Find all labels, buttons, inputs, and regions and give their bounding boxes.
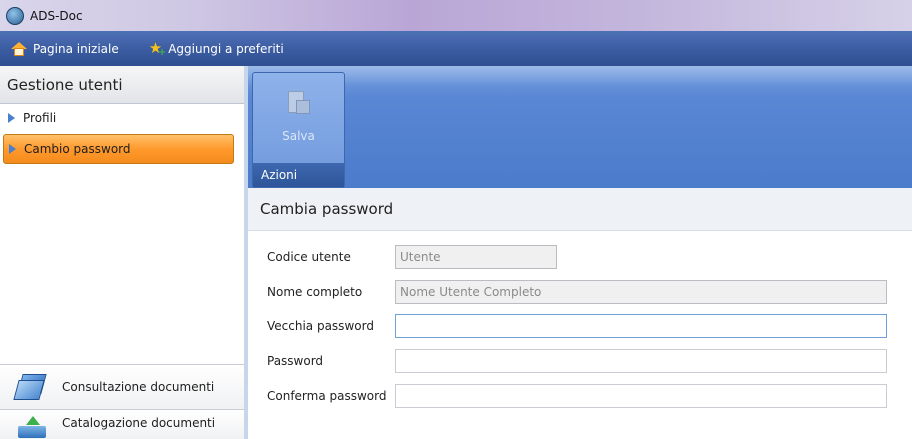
ribbon: Salva Azioni (248, 66, 912, 188)
nav-label: Catalogazione documenti (62, 416, 216, 430)
form-title: Cambia password (248, 188, 912, 231)
ribbon-group-actions: Salva Azioni (252, 72, 345, 188)
field-row-vecchia-password: Vecchia password (267, 314, 887, 338)
add-favorite-label: Aggiungi a preferiti (168, 41, 284, 56)
nav-label: Consultazione documenti (62, 380, 215, 394)
sidebar: Gestione utenti Profili Cambio password … (0, 66, 248, 439)
sidebar-item-label: Profili (23, 111, 57, 125)
sidebar-item-label: Cambio password (24, 142, 131, 156)
sidebar-item-cambio-password[interactable]: Cambio password (3, 134, 234, 164)
field-label: Password (267, 354, 324, 368)
nav-catalogazione-documenti[interactable]: Catalogazione documenti (0, 409, 244, 439)
app-icon (6, 6, 24, 25)
ribbon-group-label: Azioni (253, 163, 344, 187)
add-favorite-button[interactable]: ★ + Aggiungi a preferiti (148, 39, 284, 58)
expand-arrow-icon (8, 113, 15, 123)
home-button-label: Pagina iniziale (33, 41, 119, 56)
old-password-input[interactable] (395, 314, 887, 338)
field-row-nome-completo: Nome completo (267, 280, 887, 304)
field-label: Nome completo (267, 285, 363, 299)
nav-consultazione-documenti[interactable]: Consultazione documenti (0, 364, 244, 409)
sidebar-item-profili[interactable]: Profili (0, 104, 244, 132)
save-button-label: Salva (282, 129, 315, 143)
expand-arrow-icon (9, 144, 16, 154)
full-name-input (395, 280, 887, 304)
field-row-conferma-password: Conferma password (267, 384, 887, 408)
field-label: Codice utente (267, 250, 351, 264)
field-label: Vecchia password (267, 319, 374, 333)
documents-folder-icon (13, 374, 48, 400)
sidebar-title: Gestione utenti (0, 66, 244, 104)
title-bar: ADS-Doc (0, 0, 912, 31)
home-icon (11, 41, 27, 56)
save-icon (286, 91, 312, 115)
field-row-codice-utente: Codice utente (267, 245, 557, 269)
window-title: ADS-Doc (30, 8, 83, 23)
home-button[interactable]: Pagina iniziale (11, 41, 119, 56)
nav-bar: Pagina iniziale ★ + Aggiungi a preferiti (0, 31, 912, 66)
change-password-form: Cambia password Codice utente Nome compl… (248, 188, 912, 439)
new-password-input[interactable] (395, 349, 887, 373)
field-row-password: Password (267, 349, 887, 373)
save-button[interactable]: Salva (253, 73, 344, 165)
user-code-input (395, 245, 557, 269)
upload-tray-icon (16, 416, 48, 439)
field-label: Conferma password (267, 389, 387, 403)
confirm-password-input[interactable] (395, 384, 887, 408)
star-add-icon: ★ + (148, 39, 167, 58)
